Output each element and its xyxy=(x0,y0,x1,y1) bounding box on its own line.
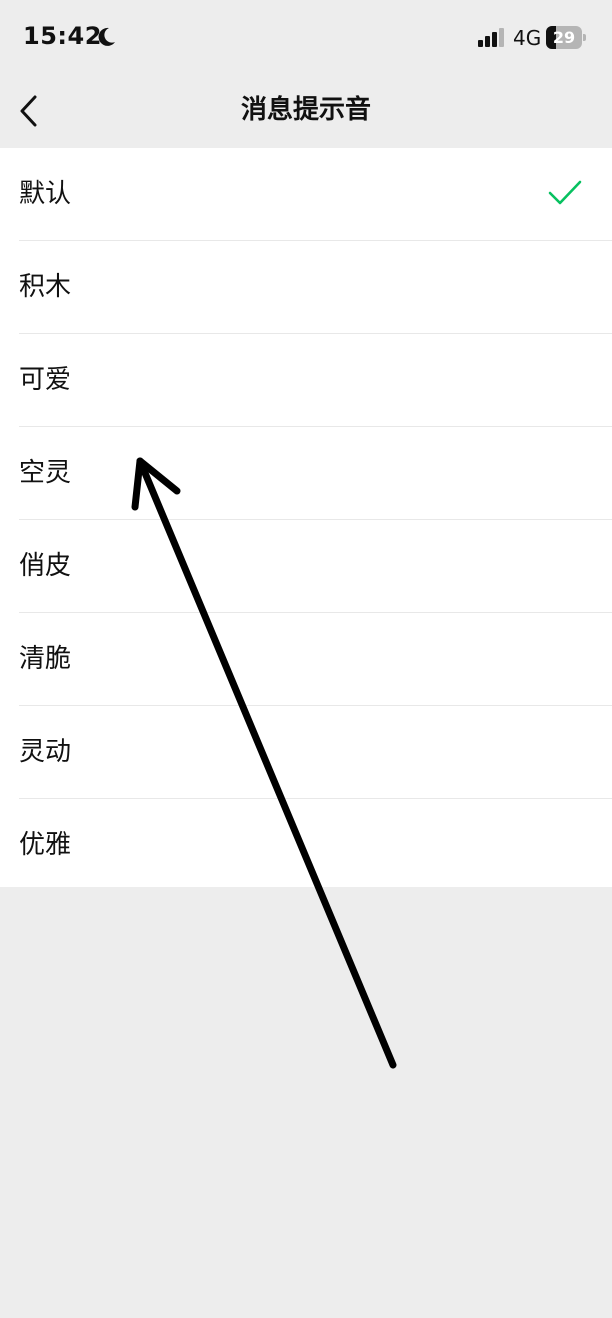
sound-list: 默认积木可爱空灵俏皮清脆灵动优雅 xyxy=(0,148,612,887)
network-label: 4G xyxy=(513,26,542,50)
battery-tip xyxy=(583,34,586,41)
sound-option[interactable]: 默认 xyxy=(19,148,612,241)
signal-icon xyxy=(478,28,504,47)
battery-body: 29 xyxy=(546,26,582,49)
nav-bar: 消息提示音 xyxy=(0,76,612,148)
battery-indicator: 29 xyxy=(546,26,588,49)
sound-option[interactable]: 积木 xyxy=(19,241,612,334)
moon-icon xyxy=(98,27,115,46)
sound-option-label: 清脆 xyxy=(19,644,72,674)
sound-option-label: 优雅 xyxy=(19,830,72,860)
page-title: 消息提示音 xyxy=(240,95,371,125)
battery-percent: 29 xyxy=(552,28,576,47)
chevron-left-icon xyxy=(20,95,37,127)
status-bar: 15:42 4G 29 xyxy=(0,0,612,76)
status-time: 15:42 xyxy=(23,22,102,50)
sound-option[interactable]: 可爱 xyxy=(19,334,612,427)
sound-option[interactable]: 清脆 xyxy=(19,613,612,706)
back-button[interactable] xyxy=(6,88,52,134)
sound-option-label: 灵动 xyxy=(19,737,72,767)
sound-option[interactable]: 优雅 xyxy=(19,799,612,891)
sound-option[interactable]: 灵动 xyxy=(19,706,612,799)
sound-option[interactable]: 俏皮 xyxy=(19,520,612,613)
sound-option-label: 积木 xyxy=(19,272,72,302)
sound-option-label: 空灵 xyxy=(19,458,72,488)
sound-option-label: 俏皮 xyxy=(19,551,72,581)
sound-option-label: 默认 xyxy=(19,179,72,209)
sound-option[interactable]: 空灵 xyxy=(19,427,612,520)
sound-option-label: 可爱 xyxy=(19,365,72,395)
check-icon xyxy=(548,180,582,205)
